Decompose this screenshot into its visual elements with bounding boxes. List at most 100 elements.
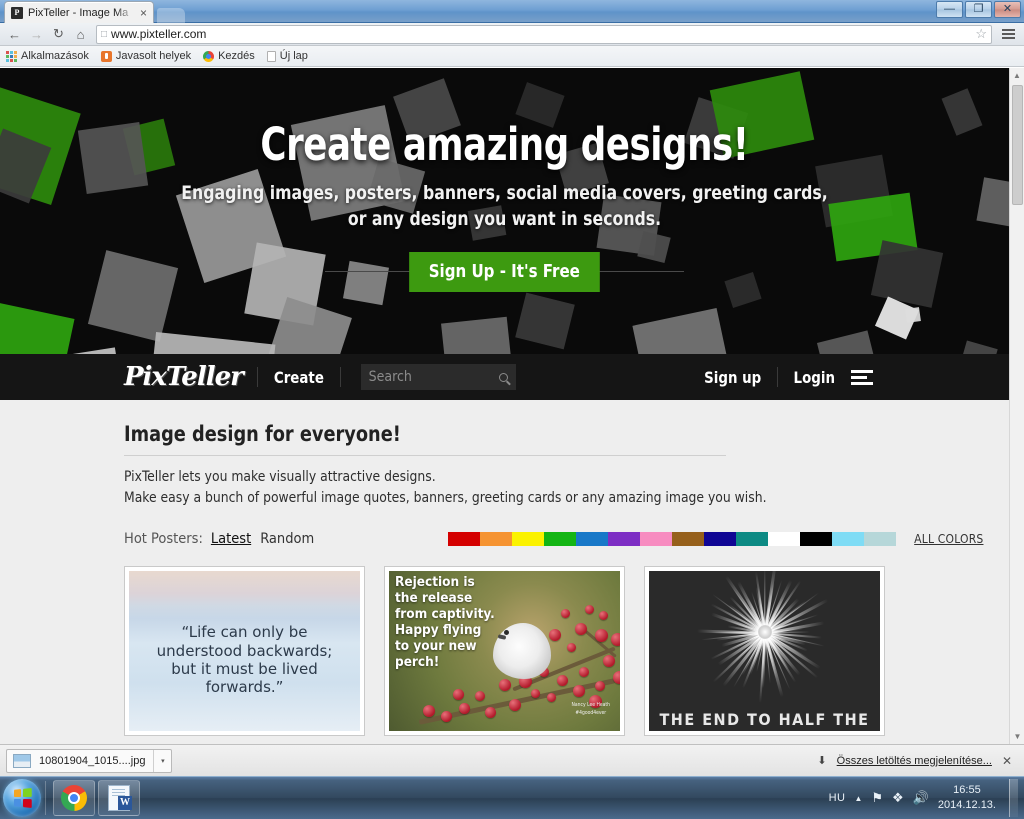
- berry-shape: [567, 643, 576, 653]
- download-menu-caret-icon[interactable]: ▾: [153, 749, 171, 772]
- maximize-button[interactable]: ❐: [965, 1, 992, 18]
- volume-icon[interactable]: 🔊: [913, 790, 929, 806]
- pixteller-page: Create amazing designs! Engaging images,…: [0, 68, 1009, 744]
- color-swatch[interactable]: [864, 532, 897, 547]
- scroll-down-icon[interactable]: ▼: [1010, 729, 1024, 744]
- quote-line: from captivity.: [395, 606, 495, 623]
- confetti-shape: [632, 307, 734, 354]
- color-swatch[interactable]: [800, 532, 833, 547]
- berry-shape: [509, 699, 521, 712]
- bookmark-apps[interactable]: Alkalmazások: [6, 50, 89, 62]
- color-swatch[interactable]: [608, 532, 641, 547]
- berry-shape: [453, 689, 464, 701]
- quote-line: Happy flying: [395, 622, 482, 639]
- berry-shape: [603, 655, 615, 668]
- berry-shape: [595, 629, 608, 643]
- taskbar-item-word[interactable]: [98, 780, 140, 816]
- color-swatch[interactable]: [480, 532, 513, 547]
- poster-card-rejection-bird[interactable]: Rejection is the release from captivity.…: [384, 566, 625, 737]
- search-placeholder: Search: [368, 369, 412, 385]
- word-icon: [108, 785, 132, 811]
- color-swatch[interactable]: [704, 532, 737, 547]
- bookmark-suggested-sites[interactable]: Javasolt helyek: [100, 50, 191, 62]
- hero-subline-2: or any design you want in seconds.: [347, 207, 662, 230]
- show-all-downloads-link[interactable]: Összes letöltés megjelenítése...: [837, 755, 992, 767]
- hamburger-menu-icon[interactable]: [851, 369, 873, 385]
- firework-core: [757, 625, 772, 640]
- tab-close-icon[interactable]: ×: [140, 7, 147, 19]
- poster-card-life-quote[interactable]: “Life can only be understood backwards; …: [124, 566, 365, 737]
- bookmark-start[interactable]: Kezdés: [203, 50, 255, 62]
- tab-favicon-icon: P: [11, 6, 23, 19]
- download-item[interactable]: 10801904_1015....jpg ▾: [6, 748, 173, 773]
- clock-time: 16:55: [953, 784, 981, 797]
- berry-shape: [611, 633, 620, 647]
- browser-tab[interactable]: P PixTeller - Image Ma ×: [4, 1, 154, 23]
- color-swatch[interactable]: [512, 532, 545, 547]
- close-window-button[interactable]: ✕: [994, 1, 1021, 18]
- nav-signup-link[interactable]: Sign up: [704, 368, 761, 387]
- sort-option-latest[interactable]: Latest: [211, 531, 251, 547]
- site-logo[interactable]: PixTeller: [124, 362, 244, 392]
- poster-card-fireworks[interactable]: THE END TO HALF THE: [644, 566, 885, 737]
- quote-line: understood backwards;: [156, 641, 333, 660]
- berry-shape: [557, 675, 568, 687]
- bookmark-label: Új lap: [279, 50, 308, 62]
- show-hidden-icons-icon[interactable]: ▲: [854, 794, 862, 803]
- download-thumbnail-icon: [13, 753, 31, 768]
- color-swatch[interactable]: [576, 532, 609, 547]
- color-swatch[interactable]: [832, 532, 865, 547]
- poster-thumbnail: “Life can only be understood backwards; …: [129, 571, 360, 732]
- credit-line: #4good4ever: [575, 709, 607, 716]
- nav-divider: [777, 367, 779, 387]
- title-divider: [124, 455, 726, 456]
- nav-right-group: Sign up Login: [702, 367, 1009, 387]
- color-swatch[interactable]: [640, 532, 673, 547]
- language-indicator[interactable]: HU: [829, 792, 846, 804]
- tab-title: PixTeller - Image Ma: [28, 6, 129, 19]
- confetti-shape: [905, 307, 921, 323]
- clock[interactable]: 16:55 2014.12.13.: [938, 783, 996, 813]
- action-center-icon[interactable]: ❖: [892, 790, 904, 806]
- poster-grid: “Life can only be understood backwards; …: [0, 548, 1009, 737]
- taskbar-item-chrome[interactable]: [53, 780, 95, 816]
- home-icon[interactable]: ⌂: [71, 25, 90, 44]
- show-desktop-button[interactable]: [1009, 779, 1018, 817]
- bookmark-star-icon[interactable]: ☆: [975, 26, 987, 42]
- nav-login-link[interactable]: Login: [794, 368, 835, 387]
- hero-content: Create amazing designs! Engaging images,…: [0, 68, 1009, 293]
- sort-option-random[interactable]: Random: [260, 531, 314, 547]
- hero-banner: Create amazing designs! Engaging images,…: [0, 68, 1009, 354]
- quote-line: “Life can only be: [181, 623, 308, 642]
- new-tab-button[interactable]: [157, 8, 185, 23]
- color-swatch[interactable]: [672, 532, 705, 547]
- window-controls: — ❐ ✕: [936, 1, 1021, 18]
- start-button[interactable]: [3, 779, 41, 817]
- search-icon[interactable]: [498, 372, 508, 382]
- address-bar[interactable]: □ www.pixteller.com ☆: [96, 24, 992, 44]
- search-input[interactable]: Search: [360, 364, 516, 390]
- color-swatch[interactable]: [768, 532, 801, 547]
- color-swatch[interactable]: [448, 532, 481, 547]
- page-scrollbar[interactable]: ▲ ▼: [1009, 68, 1024, 744]
- close-download-bar-icon[interactable]: ✕: [1002, 754, 1012, 768]
- page-title: Image design for everyone!: [124, 422, 401, 446]
- berry-shape: [585, 605, 594, 615]
- nav-create-link[interactable]: Create: [274, 368, 324, 387]
- bookmark-new-tab[interactable]: Új lap: [266, 50, 308, 62]
- forward-icon[interactable]: →: [27, 25, 46, 44]
- minimize-button[interactable]: —: [936, 1, 963, 18]
- quote-line: forwards.”: [205, 678, 284, 697]
- back-icon[interactable]: ←: [5, 25, 24, 44]
- all-colors-link[interactable]: ALL COLORS: [914, 532, 983, 546]
- scroll-up-icon[interactable]: ▲: [1010, 68, 1024, 83]
- poster-thumbnail: Rejection is the release from captivity.…: [389, 571, 620, 732]
- network-icon[interactable]: ⚑: [871, 790, 883, 806]
- color-swatch[interactable]: [544, 532, 577, 547]
- browser-menu-icon[interactable]: [998, 26, 1019, 42]
- scrollbar-thumb[interactable]: [1012, 85, 1023, 205]
- reload-icon[interactable]: ↻: [49, 25, 68, 44]
- download-bar: 10801904_1015....jpg ▾ ⬇ Összes letöltés…: [0, 744, 1024, 776]
- signup-free-button[interactable]: Sign Up - It's Free: [409, 252, 600, 293]
- color-swatch[interactable]: [736, 532, 769, 547]
